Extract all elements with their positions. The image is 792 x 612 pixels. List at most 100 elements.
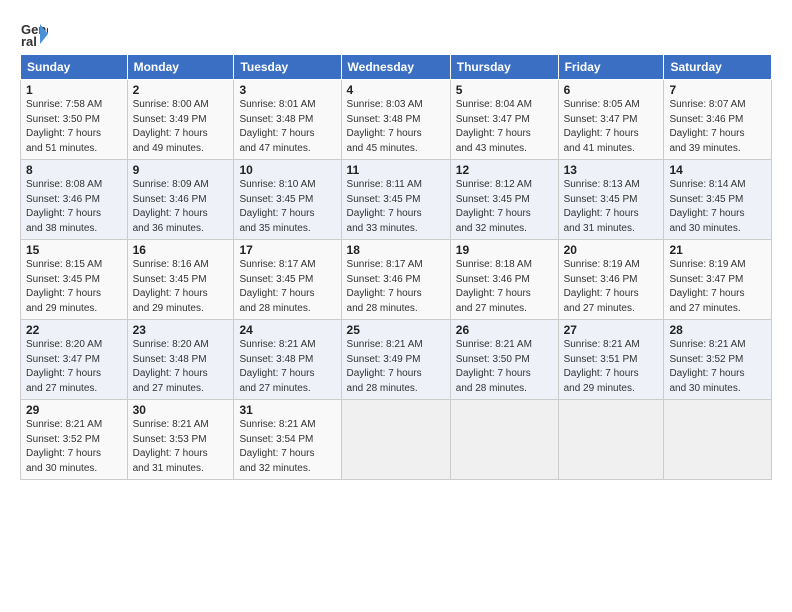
day-info: Sunrise: 8:13 AM Sunset: 3:45 PM Dayligh… bbox=[564, 178, 659, 236]
day-info: Sunrise: 7:58 AM Sunset: 3:50 PM Dayligh… bbox=[26, 98, 122, 156]
day-info: Sunrise: 8:08 AM Sunset: 3:46 PM Dayligh… bbox=[26, 178, 122, 236]
day-number: 3 bbox=[239, 83, 335, 97]
calendar-week-row: 8Sunrise: 8:08 AM Sunset: 3:46 PM Daylig… bbox=[21, 160, 772, 240]
day-number: 10 bbox=[239, 163, 335, 177]
logo: Gene ral bbox=[20, 20, 52, 48]
day-number: 26 bbox=[456, 323, 553, 337]
calendar-header-row: SundayMondayTuesdayWednesdayThursdayFrid… bbox=[21, 55, 772, 80]
day-info: Sunrise: 8:17 AM Sunset: 3:46 PM Dayligh… bbox=[347, 258, 445, 316]
day-number: 28 bbox=[669, 323, 766, 337]
day-info: Sunrise: 8:11 AM Sunset: 3:45 PM Dayligh… bbox=[347, 178, 445, 236]
day-info: Sunrise: 8:10 AM Sunset: 3:45 PM Dayligh… bbox=[239, 178, 335, 236]
day-info: Sunrise: 8:16 AM Sunset: 3:45 PM Dayligh… bbox=[133, 258, 229, 316]
day-number: 7 bbox=[669, 83, 766, 97]
calendar-cell: 26Sunrise: 8:21 AM Sunset: 3:50 PM Dayli… bbox=[450, 320, 558, 400]
calendar-cell: 22Sunrise: 8:20 AM Sunset: 3:47 PM Dayli… bbox=[21, 320, 128, 400]
calendar-cell: 2Sunrise: 8:00 AM Sunset: 3:49 PM Daylig… bbox=[127, 80, 234, 160]
day-number: 15 bbox=[26, 243, 122, 257]
calendar-cell: 15Sunrise: 8:15 AM Sunset: 3:45 PM Dayli… bbox=[21, 240, 128, 320]
day-info: Sunrise: 8:01 AM Sunset: 3:48 PM Dayligh… bbox=[239, 98, 335, 156]
day-info: Sunrise: 8:09 AM Sunset: 3:46 PM Dayligh… bbox=[133, 178, 229, 236]
calendar-cell: 27Sunrise: 8:21 AM Sunset: 3:51 PM Dayli… bbox=[558, 320, 664, 400]
day-info: Sunrise: 8:05 AM Sunset: 3:47 PM Dayligh… bbox=[564, 98, 659, 156]
calendar-cell: 18Sunrise: 8:17 AM Sunset: 3:46 PM Dayli… bbox=[341, 240, 450, 320]
page: Gene ral SundayMondayTuesdayWednesdayThu… bbox=[0, 0, 792, 612]
day-info: Sunrise: 8:20 AM Sunset: 3:48 PM Dayligh… bbox=[133, 338, 229, 396]
calendar-cell: 13Sunrise: 8:13 AM Sunset: 3:45 PM Dayli… bbox=[558, 160, 664, 240]
day-number: 4 bbox=[347, 83, 445, 97]
calendar-week-row: 15Sunrise: 8:15 AM Sunset: 3:45 PM Dayli… bbox=[21, 240, 772, 320]
day-info: Sunrise: 8:21 AM Sunset: 3:51 PM Dayligh… bbox=[564, 338, 659, 396]
day-info: Sunrise: 8:19 AM Sunset: 3:47 PM Dayligh… bbox=[669, 258, 766, 316]
day-number: 21 bbox=[669, 243, 766, 257]
day-number: 18 bbox=[347, 243, 445, 257]
day-number: 29 bbox=[26, 403, 122, 417]
day-number: 23 bbox=[133, 323, 229, 337]
day-number: 1 bbox=[26, 83, 122, 97]
calendar-cell: 10Sunrise: 8:10 AM Sunset: 3:45 PM Dayli… bbox=[234, 160, 341, 240]
day-info: Sunrise: 8:12 AM Sunset: 3:45 PM Dayligh… bbox=[456, 178, 553, 236]
day-info: Sunrise: 8:00 AM Sunset: 3:49 PM Dayligh… bbox=[133, 98, 229, 156]
calendar-cell: 6Sunrise: 8:05 AM Sunset: 3:47 PM Daylig… bbox=[558, 80, 664, 160]
header: Gene ral bbox=[20, 16, 772, 48]
day-number: 31 bbox=[239, 403, 335, 417]
calendar-header-friday: Friday bbox=[558, 55, 664, 80]
calendar-week-row: 1Sunrise: 7:58 AM Sunset: 3:50 PM Daylig… bbox=[21, 80, 772, 160]
calendar-cell: 17Sunrise: 8:17 AM Sunset: 3:45 PM Dayli… bbox=[234, 240, 341, 320]
day-number: 19 bbox=[456, 243, 553, 257]
calendar-cell: 14Sunrise: 8:14 AM Sunset: 3:45 PM Dayli… bbox=[664, 160, 772, 240]
calendar-week-row: 29Sunrise: 8:21 AM Sunset: 3:52 PM Dayli… bbox=[21, 400, 772, 480]
day-number: 5 bbox=[456, 83, 553, 97]
day-number: 20 bbox=[564, 243, 659, 257]
calendar-cell: 4Sunrise: 8:03 AM Sunset: 3:48 PM Daylig… bbox=[341, 80, 450, 160]
calendar-cell: 24Sunrise: 8:21 AM Sunset: 3:48 PM Dayli… bbox=[234, 320, 341, 400]
calendar-cell: 7Sunrise: 8:07 AM Sunset: 3:46 PM Daylig… bbox=[664, 80, 772, 160]
day-number: 8 bbox=[26, 163, 122, 177]
day-number: 9 bbox=[133, 163, 229, 177]
calendar-cell: 25Sunrise: 8:21 AM Sunset: 3:49 PM Dayli… bbox=[341, 320, 450, 400]
day-number: 11 bbox=[347, 163, 445, 177]
day-info: Sunrise: 8:21 AM Sunset: 3:49 PM Dayligh… bbox=[347, 338, 445, 396]
calendar-cell: 3Sunrise: 8:01 AM Sunset: 3:48 PM Daylig… bbox=[234, 80, 341, 160]
calendar-cell: 16Sunrise: 8:16 AM Sunset: 3:45 PM Dayli… bbox=[127, 240, 234, 320]
calendar-cell: 9Sunrise: 8:09 AM Sunset: 3:46 PM Daylig… bbox=[127, 160, 234, 240]
day-number: 12 bbox=[456, 163, 553, 177]
calendar-cell: 31Sunrise: 8:21 AM Sunset: 3:54 PM Dayli… bbox=[234, 400, 341, 480]
calendar-cell: 11Sunrise: 8:11 AM Sunset: 3:45 PM Dayli… bbox=[341, 160, 450, 240]
day-info: Sunrise: 8:04 AM Sunset: 3:47 PM Dayligh… bbox=[456, 98, 553, 156]
day-info: Sunrise: 8:17 AM Sunset: 3:45 PM Dayligh… bbox=[239, 258, 335, 316]
day-number: 6 bbox=[564, 83, 659, 97]
calendar-cell: 19Sunrise: 8:18 AM Sunset: 3:46 PM Dayli… bbox=[450, 240, 558, 320]
day-info: Sunrise: 8:14 AM Sunset: 3:45 PM Dayligh… bbox=[669, 178, 766, 236]
calendar-table: SundayMondayTuesdayWednesdayThursdayFrid… bbox=[20, 54, 772, 480]
calendar-cell: 28Sunrise: 8:21 AM Sunset: 3:52 PM Dayli… bbox=[664, 320, 772, 400]
calendar-header-saturday: Saturday bbox=[664, 55, 772, 80]
calendar-header-sunday: Sunday bbox=[21, 55, 128, 80]
day-number: 17 bbox=[239, 243, 335, 257]
calendar-cell: 12Sunrise: 8:12 AM Sunset: 3:45 PM Dayli… bbox=[450, 160, 558, 240]
calendar-cell: 21Sunrise: 8:19 AM Sunset: 3:47 PM Dayli… bbox=[664, 240, 772, 320]
calendar-cell: 1Sunrise: 7:58 AM Sunset: 3:50 PM Daylig… bbox=[21, 80, 128, 160]
calendar-header-monday: Monday bbox=[127, 55, 234, 80]
calendar-header-tuesday: Tuesday bbox=[234, 55, 341, 80]
calendar-cell: 20Sunrise: 8:19 AM Sunset: 3:46 PM Dayli… bbox=[558, 240, 664, 320]
calendar-header-wednesday: Wednesday bbox=[341, 55, 450, 80]
day-number: 30 bbox=[133, 403, 229, 417]
day-number: 14 bbox=[669, 163, 766, 177]
day-info: Sunrise: 8:21 AM Sunset: 3:52 PM Dayligh… bbox=[26, 418, 122, 476]
day-info: Sunrise: 8:18 AM Sunset: 3:46 PM Dayligh… bbox=[456, 258, 553, 316]
day-number: 22 bbox=[26, 323, 122, 337]
calendar-cell bbox=[664, 400, 772, 480]
day-info: Sunrise: 8:21 AM Sunset: 3:54 PM Dayligh… bbox=[239, 418, 335, 476]
day-number: 2 bbox=[133, 83, 229, 97]
day-info: Sunrise: 8:20 AM Sunset: 3:47 PM Dayligh… bbox=[26, 338, 122, 396]
logo-icon: Gene ral bbox=[20, 20, 48, 48]
calendar-cell bbox=[341, 400, 450, 480]
day-info: Sunrise: 8:21 AM Sunset: 3:50 PM Dayligh… bbox=[456, 338, 553, 396]
calendar-week-row: 22Sunrise: 8:20 AM Sunset: 3:47 PM Dayli… bbox=[21, 320, 772, 400]
svg-text:ral: ral bbox=[21, 34, 37, 48]
day-info: Sunrise: 8:03 AM Sunset: 3:48 PM Dayligh… bbox=[347, 98, 445, 156]
day-number: 25 bbox=[347, 323, 445, 337]
day-number: 13 bbox=[564, 163, 659, 177]
day-info: Sunrise: 8:15 AM Sunset: 3:45 PM Dayligh… bbox=[26, 258, 122, 316]
